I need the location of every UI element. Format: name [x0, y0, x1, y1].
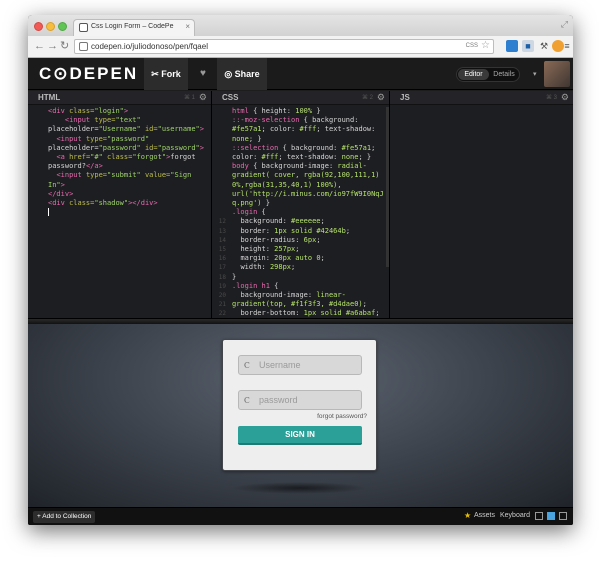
js-shortcut-hint: ⌘ 3: [545, 95, 557, 101]
codepen-header: C⊙DEPEN ✂ Fork ♥ ◎ Share Editor Details …: [28, 58, 573, 90]
js-editor-title: JS: [400, 93, 410, 102]
login-form: Ⲥ Username Ⲥ password forgot password? S…: [222, 339, 377, 471]
css-editor-title: CSS: [222, 93, 239, 102]
keyboard-link[interactable]: Keyboard: [500, 512, 530, 519]
wrench-icon[interactable]: ⚒: [538, 40, 550, 52]
fork-button[interactable]: ✂ Fork: [144, 58, 188, 90]
tab-close-icon[interactable]: ×: [185, 22, 190, 31]
sign-in-button[interactable]: SIGN IN: [238, 426, 362, 445]
screen-extension-icon[interactable]: [506, 40, 518, 52]
css-extension-badge[interactable]: CSS: [466, 43, 478, 49]
url-text[interactable]: codepen.io/juliodonoso/pen/fqael: [91, 42, 208, 51]
address-bar[interactable]: codepen.io/juliodonoso/pen/fqael CSS ☆: [74, 39, 494, 54]
layout-left-icon[interactable]: [535, 512, 543, 520]
html-code[interactable]: <div class="login"> <input type="text" p…: [28, 107, 211, 217]
view-toggle: Editor Details: [456, 67, 520, 82]
key-icon: Ⲥ: [244, 360, 250, 370]
username-input[interactable]: Ⲥ Username: [238, 355, 362, 375]
forward-arrow-icon[interactable]: →: [47, 39, 58, 53]
key-icon: Ⲥ: [244, 395, 250, 405]
zoom-window-button[interactable]: [58, 22, 67, 31]
html-shortcut-hint: ⌘ 1: [183, 95, 195, 101]
heart-icon[interactable]: ♥: [192, 58, 214, 90]
tab-title: Css Login Form – CodePe: [91, 23, 174, 30]
css-settings-gear-icon[interactable]: ⚙: [377, 92, 385, 103]
page-icon: [79, 42, 88, 51]
assets-link[interactable]: Assets: [474, 512, 495, 519]
browser-window: Css Login Form – CodePe × ⤢ ← → ↻ codepe…: [28, 15, 573, 525]
js-settings-gear-icon[interactable]: ⚙: [561, 92, 569, 103]
forgot-password-link[interactable]: forgot password?: [317, 413, 367, 420]
codepen-footer: + Add to Collection ★ Assets Keyboard: [28, 507, 573, 525]
share-button[interactable]: ◎ Share: [217, 58, 267, 90]
browser-menu-icon[interactable]: ≡: [562, 40, 572, 52]
minimize-window-button[interactable]: [46, 22, 55, 31]
browser-tab[interactable]: Css Login Form – CodePe ×: [73, 19, 195, 36]
js-editor-header: JS ⌘ 3 ⚙: [390, 91, 573, 105]
password-placeholder: password: [259, 395, 298, 405]
login-shadow: [232, 482, 367, 494]
css-code[interactable]: html { height: 100% } ::-moz-selection {…: [212, 107, 389, 318]
star-icon: ★: [464, 511, 472, 520]
css-editor[interactable]: CSS ⌘ 2 ⚙ 121314151617181920212223 html …: [211, 91, 389, 318]
js-editor[interactable]: JS ⌘ 3 ⚙: [389, 91, 573, 318]
details-view-button[interactable]: Details: [489, 69, 519, 80]
password-input[interactable]: Ⲥ password: [238, 390, 362, 410]
css-editor-header: CSS ⌘ 2 ⚙: [212, 91, 389, 105]
codepen-logo[interactable]: C⊙DEPEN: [39, 64, 138, 84]
html-editor[interactable]: HTML ⌘ 1 ⚙ <div class="login"> <input ty…: [28, 91, 211, 318]
html-editor-header: HTML ⌘ 1 ⚙: [28, 91, 211, 105]
browser-nav-bar: ← → ↻ codepen.io/juliodonoso/pen/fqael C…: [28, 36, 573, 58]
result-preview: Ⲥ Username Ⲥ password forgot password? S…: [28, 324, 573, 507]
css-shortcut-hint: ⌘ 2: [361, 95, 373, 101]
add-to-collection-button[interactable]: + Add to Collection: [33, 511, 96, 523]
html-editor-title: HTML: [38, 93, 61, 102]
layout-top-icon[interactable]: [547, 512, 555, 520]
codepen-favicon-icon: [79, 23, 88, 32]
fullscreen-icon[interactable]: ⤢: [561, 19, 568, 30]
browser-tab-bar: Css Login Form – CodePe × ⤢: [28, 15, 573, 36]
bookmark-star-icon[interactable]: ☆: [481, 40, 490, 51]
user-menu-caret-icon[interactable]: ▾: [533, 70, 537, 78]
layout-right-icon[interactable]: [559, 512, 567, 520]
close-window-button[interactable]: [34, 22, 43, 31]
editor-panes: HTML ⌘ 1 ⚙ <div class="login"> <input ty…: [28, 91, 573, 318]
back-arrow-icon[interactable]: ←: [34, 39, 45, 53]
blue-extension-icon[interactable]: ■: [522, 40, 534, 52]
html-settings-gear-icon[interactable]: ⚙: [199, 92, 207, 103]
avatar[interactable]: [544, 61, 570, 87]
editor-view-button[interactable]: Editor: [458, 69, 489, 80]
username-placeholder: Username: [259, 360, 301, 370]
reload-icon[interactable]: ↻: [60, 39, 69, 53]
